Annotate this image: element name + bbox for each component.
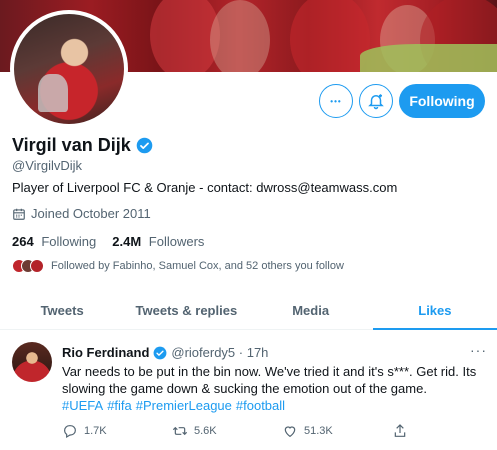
followed-by-text: Followed by Fabinho, Samuel Cox, and 52 … [51, 260, 344, 272]
tab-tweets[interactable]: Tweets [0, 292, 124, 329]
tab-tweets-replies[interactable]: Tweets & replies [124, 292, 248, 329]
banner-figure [290, 0, 370, 72]
tweet-header: Rio Ferdinand @rioferdy5 · 17h [62, 345, 268, 360]
followers-stat-label: Followers [148, 234, 205, 249]
reply-button[interactable]: 1.7K [62, 423, 172, 439]
tab-media[interactable]: Media [249, 292, 373, 329]
banner-figure [210, 0, 270, 72]
hashtag-link[interactable]: #fifa [107, 398, 132, 413]
display-name: Virgil van Dijk [12, 135, 131, 155]
followers-stat[interactable]: 2.4M Followers [112, 234, 204, 249]
joined-text: Joined October 2011 [31, 206, 151, 221]
joined-date: Joined October 2011 [12, 206, 151, 221]
avatar [30, 259, 44, 273]
tweet-text: Var needs to be put in the bin now. We'v… [62, 364, 477, 396]
more-options-button[interactable]: ••• [319, 84, 353, 118]
share-icon [394, 424, 406, 437]
reply-count: 1.7K [84, 425, 107, 437]
following-stat-label: Following [41, 234, 97, 249]
profile-name-row: Virgil van Dijk [12, 135, 153, 156]
notifications-button[interactable] [359, 84, 393, 118]
profile-bio: Player of Liverpool FC & Oranje - contac… [12, 180, 398, 195]
bell-plus-icon [368, 94, 384, 110]
heart-icon [284, 426, 296, 438]
tweet-meta[interactable]: @rioferdy5 · 17h [171, 345, 268, 360]
calendar-icon [13, 208, 25, 220]
banner-pitch [360, 44, 497, 72]
tweet-more-button[interactable]: ··· [470, 342, 487, 358]
tweet-author-avatar[interactable] [12, 342, 52, 382]
followed-by[interactable]: Followed by Fabinho, Samuel Cox, and 52 … [12, 259, 344, 273]
profile-stats: 264 Following 2.4M Followers [12, 234, 220, 249]
tweet-body: Var needs to be put in the bin now. We'v… [62, 363, 487, 414]
like-button[interactable]: 51.3K [282, 423, 392, 439]
verified-badge-icon [136, 137, 153, 154]
followers-count: 2.4M [112, 234, 142, 249]
mutual-avatars [12, 259, 44, 273]
hashtag-link[interactable]: #PremierLeague [136, 398, 232, 413]
following-button[interactable]: Following [399, 84, 485, 118]
following-button-label: Following [409, 93, 475, 109]
tab-likes[interactable]: Likes [372, 292, 497, 330]
like-count: 51.3K [304, 425, 333, 437]
reply-icon [64, 425, 76, 439]
tweet-hashtags: #UEFA #fifa #PremierLeague #football [62, 397, 487, 414]
more-icon: ••• [330, 96, 342, 106]
hashtag-link[interactable]: #UEFA [62, 398, 103, 413]
profile-avatar[interactable] [10, 10, 128, 128]
share-button[interactable] [392, 423, 422, 439]
hashtag-link[interactable]: #football [236, 398, 285, 413]
verified-badge-icon [153, 346, 167, 359]
retweet-icon [172, 426, 188, 436]
following-count: 264 [12, 234, 34, 249]
trophy-image [38, 74, 68, 112]
profile-handle: @VirgilvDijk [12, 158, 83, 173]
tweet-actions: 1.7K 5.6K 51.3K [62, 423, 442, 439]
profile-tabs: Tweets Tweets & replies Media Likes [0, 292, 497, 330]
following-stat[interactable]: 264 Following [12, 234, 96, 249]
retweet-button[interactable]: 5.6K [172, 423, 282, 439]
retweet-count: 5.6K [194, 425, 217, 437]
tweet-author-name[interactable]: Rio Ferdinand [62, 345, 149, 360]
